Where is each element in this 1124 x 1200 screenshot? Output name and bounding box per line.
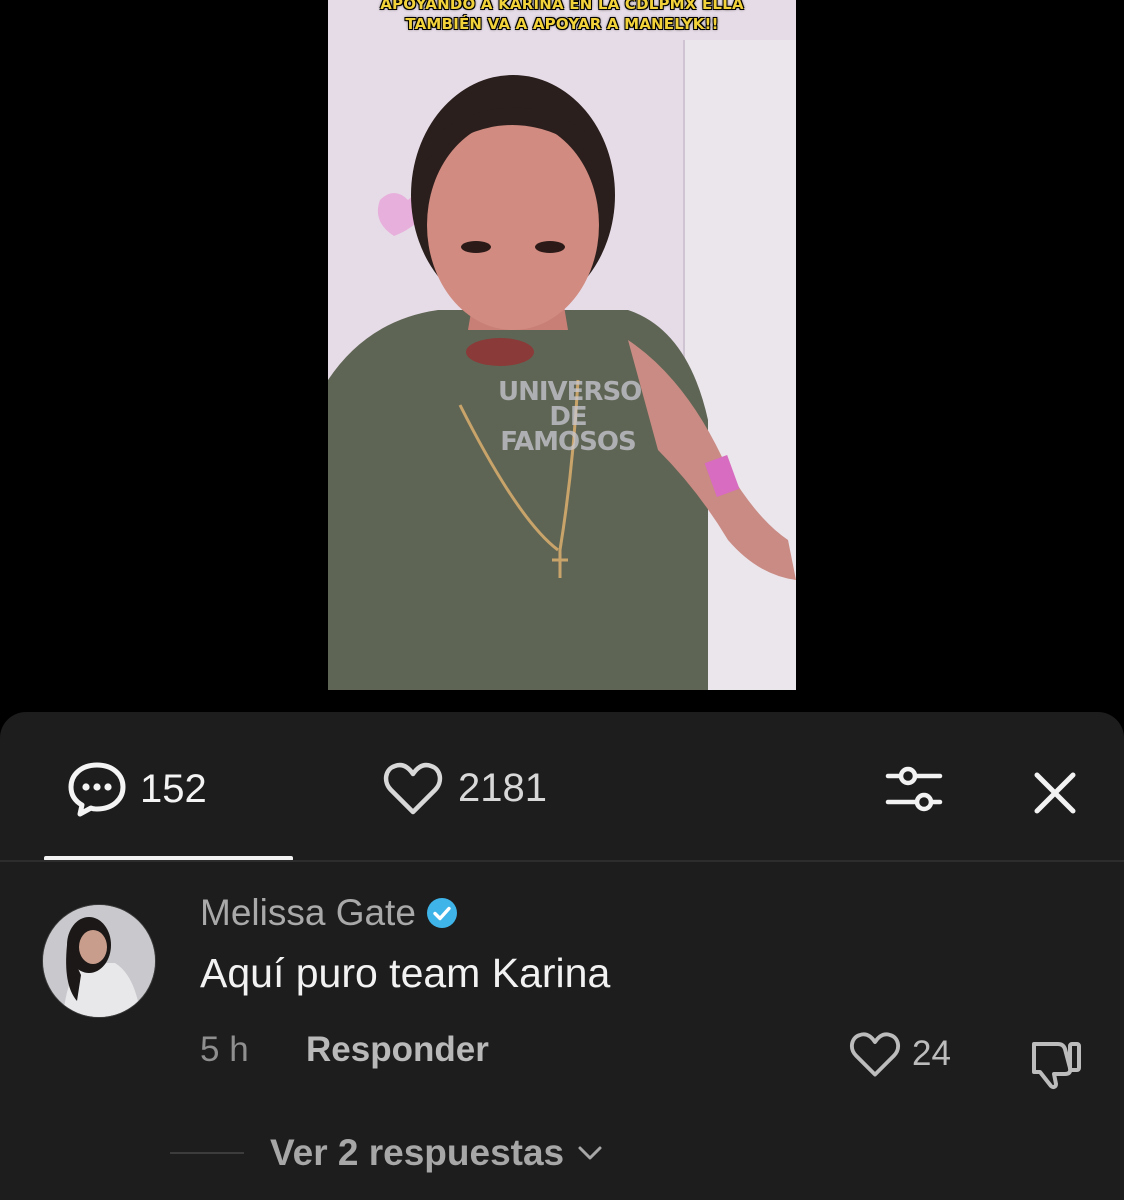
- video-watermark: UNIVERSO DE FAMOSOS: [498, 379, 642, 457]
- video-player[interactable]: APOYANDO A KARINA EN LA CDLPMX ELLA TAMB…: [328, 0, 796, 690]
- comment-text: Aquí puro team Karina: [200, 950, 611, 996]
- heart-icon: [383, 762, 443, 815]
- sheet-tab-bar: 152 2181: [0, 712, 1124, 862]
- page: APOYANDO A KARINA EN LA CDLPMX ELLA TAMB…: [0, 0, 1124, 1200]
- tab-likes[interactable]: 2181: [382, 760, 547, 816]
- heart-icon: [850, 1032, 900, 1077]
- watermark-line-3: FAMOSOS: [500, 427, 636, 457]
- comment-like-button[interactable]: 24: [848, 1030, 951, 1078]
- view-replies-button[interactable]: Ver 2 respuestas: [170, 1132, 604, 1174]
- author-name: Melissa Gate: [200, 892, 416, 933]
- dislike-icon: [1032, 1042, 1081, 1090]
- comment-timestamp: 5 h: [200, 1030, 249, 1069]
- reply-button[interactable]: Responder: [306, 1030, 489, 1070]
- filter-sliders-icon: [885, 766, 943, 812]
- dislike-button[interactable]: [1028, 1034, 1084, 1090]
- view-replies-label: Ver 2 respuestas: [270, 1132, 565, 1173]
- comment-bubble-icon: [68, 762, 126, 817]
- tab-divider: [0, 860, 1124, 862]
- close-icon: [1034, 772, 1076, 814]
- likes-count: 2181: [458, 765, 547, 810]
- tab-comments[interactable]: 152: [66, 760, 207, 818]
- video-caption: APOYANDO A KARINA EN LA CDLPMX ELLA TAMB…: [328, 0, 796, 34]
- filter-button[interactable]: [884, 758, 946, 820]
- chevron-down-icon: [578, 1146, 602, 1160]
- comment-like-count: 24: [912, 1034, 951, 1073]
- comments-sheet: 152 2181 Melissa Gate Aquí puro team Kar…: [0, 712, 1124, 1200]
- replies-divider-line: [170, 1152, 244, 1154]
- comment-author[interactable]: Melissa Gate: [200, 892, 458, 934]
- avatar[interactable]: [42, 904, 156, 1018]
- video-caption-line-2: TAMBIÉN VA A APOYAR A MANELYK!!: [405, 15, 719, 33]
- video-caption-line-1: APOYANDO A KARINA EN LA CDLPMX ELLA: [380, 0, 744, 13]
- avatar-photo: [43, 905, 155, 1017]
- video-frame: [328, 0, 796, 690]
- close-button[interactable]: [1030, 768, 1080, 818]
- verified-badge-icon: [426, 898, 457, 928]
- comments-count: 152: [140, 766, 207, 811]
